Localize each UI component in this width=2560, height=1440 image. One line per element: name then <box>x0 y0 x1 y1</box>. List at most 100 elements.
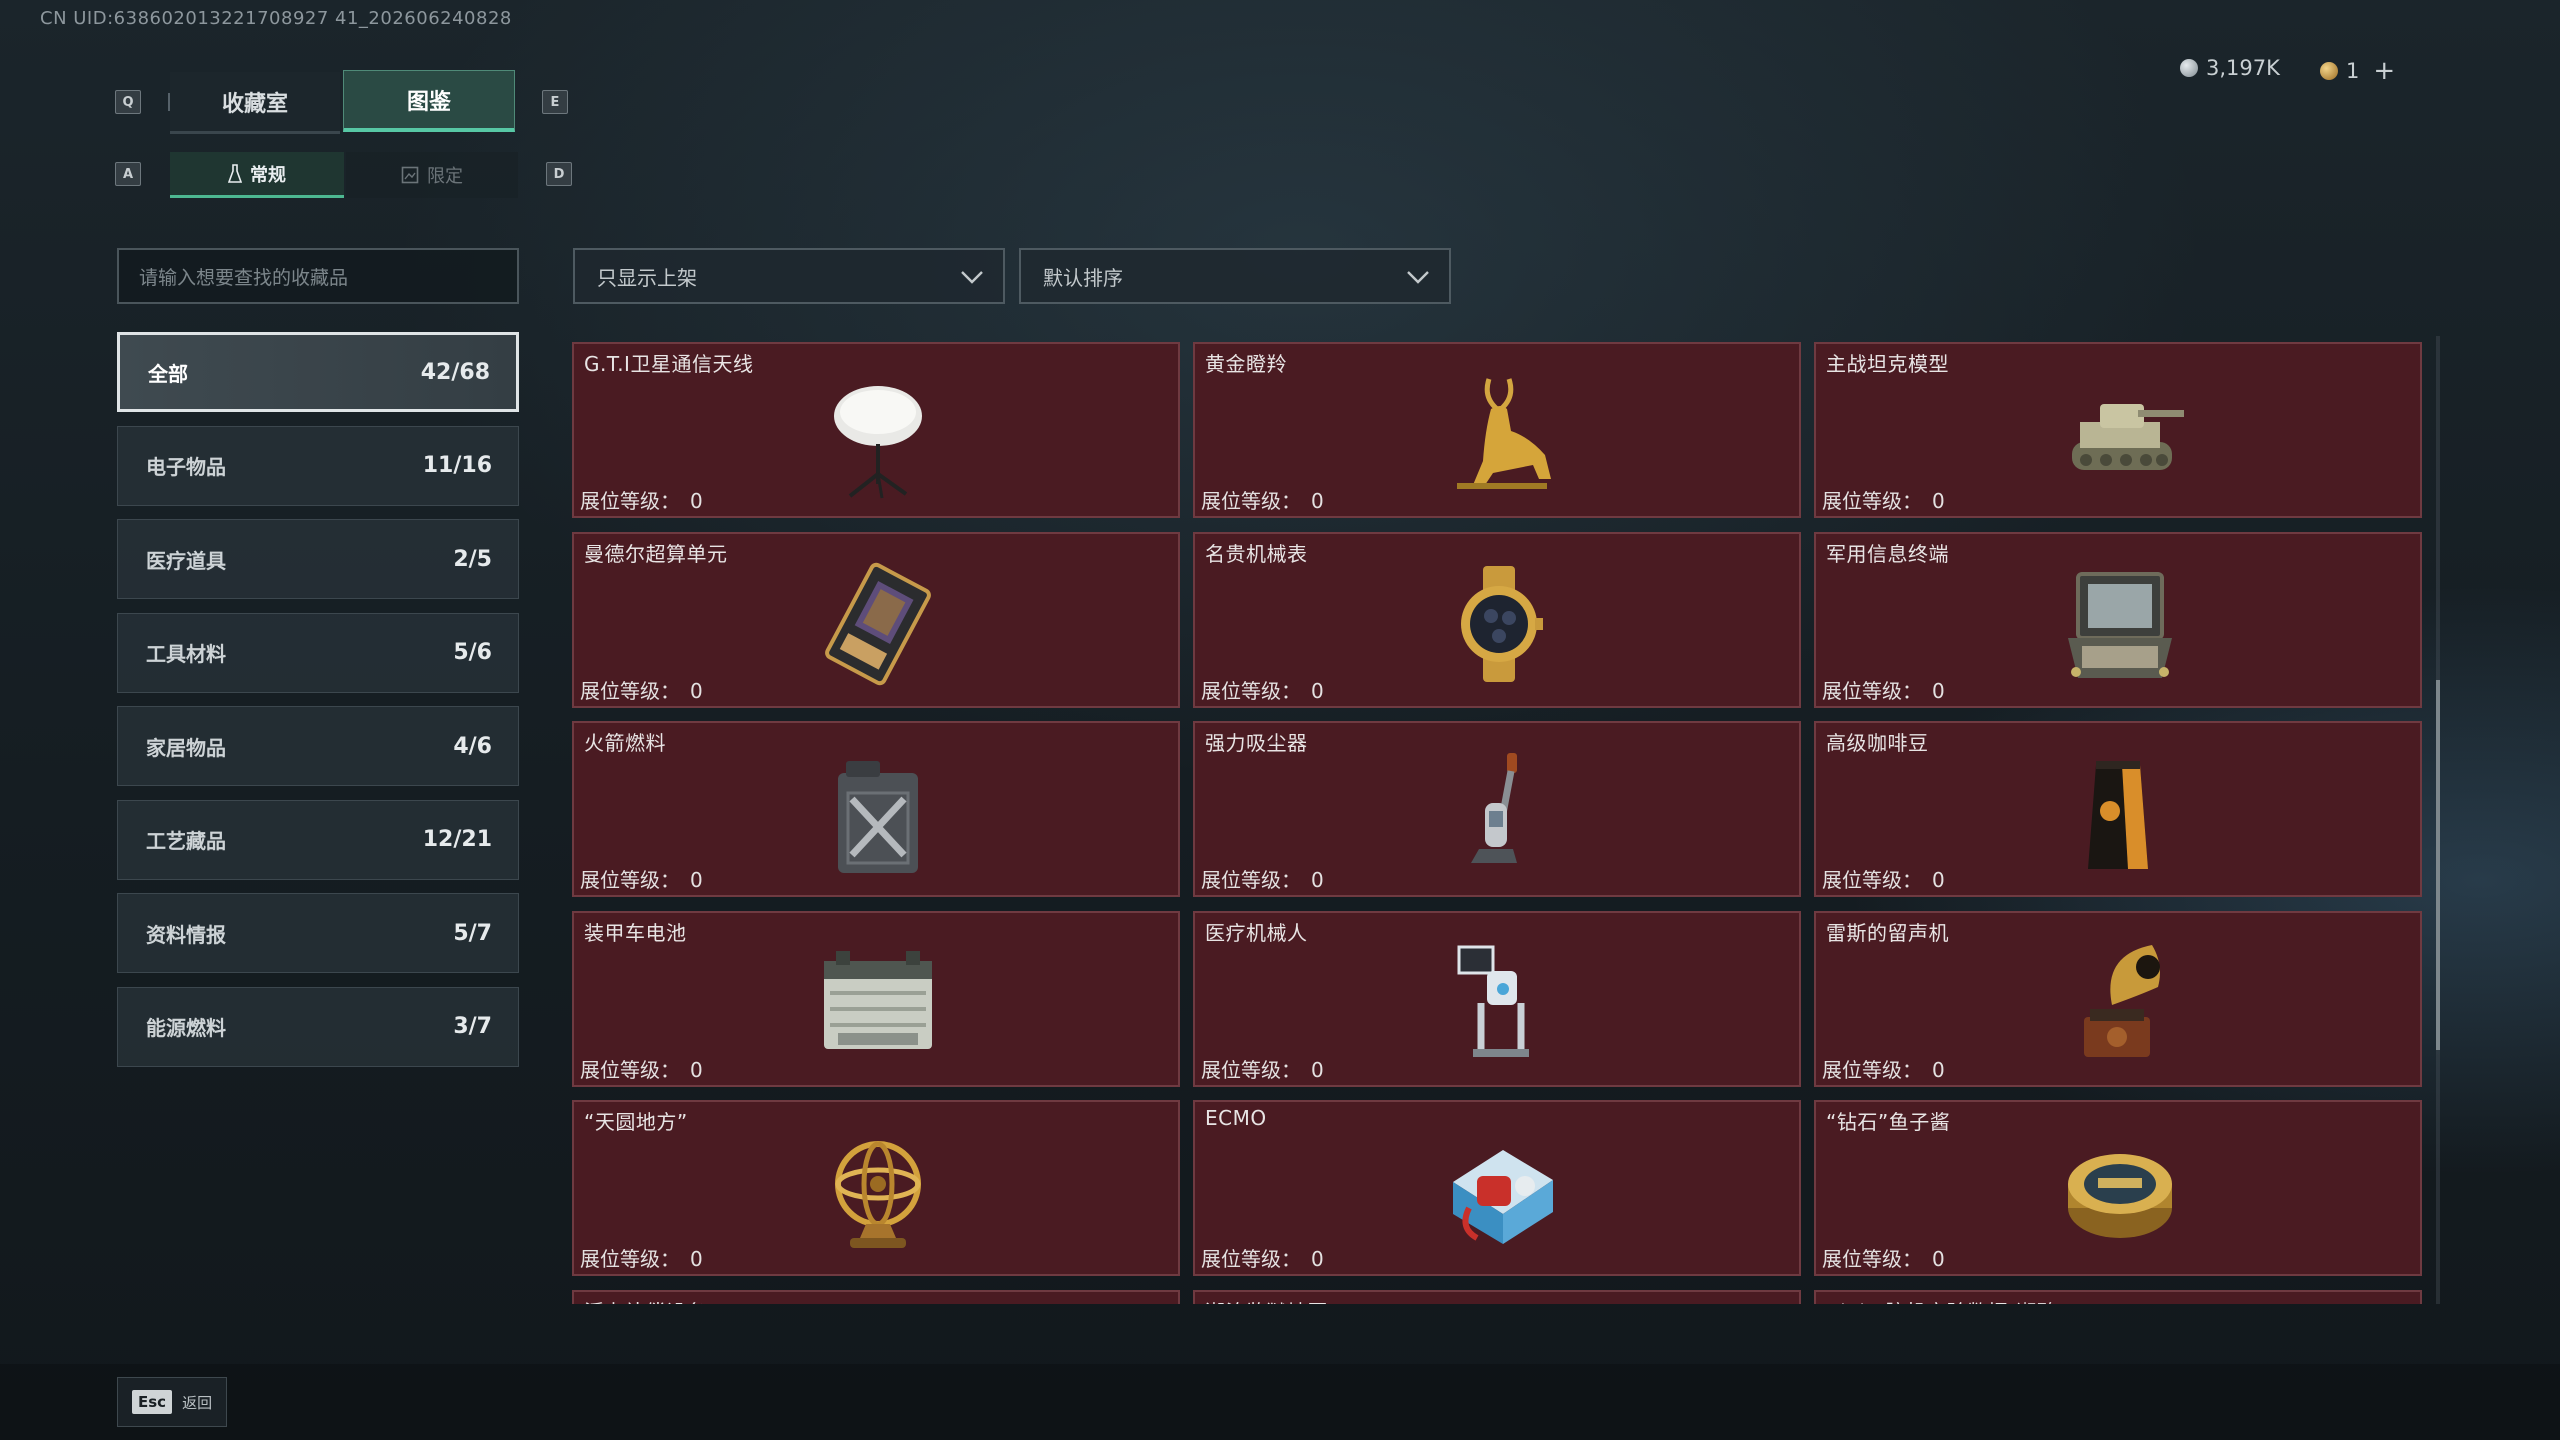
limited-icon <box>401 166 419 184</box>
category-count: 12/21 <box>422 827 492 852</box>
item-card[interactable]: “天圆地方” 展位等级： 0 <box>572 1100 1180 1276</box>
gold-amount: 1 <box>2346 59 2360 83</box>
item-card[interactable]: 浮力补偿设备 <box>572 1289 1180 1304</box>
booth-level-label: 展位等级： <box>1201 489 1301 513</box>
booth-level-label: 展位等级： <box>1822 1057 1922 1082</box>
search-input[interactable]: 请输入想要查找的收藏品 <box>117 248 519 304</box>
category-label: 工具材料 <box>146 642 226 666</box>
item-card[interactable]: “钻石”鱼子酱展位等级： 0 <box>1814 1100 2422 1276</box>
item-card[interactable]: G.T.I卫星通信天线 展位等级： 0 <box>572 342 1180 518</box>
item-name: 火箭燃料 <box>584 731 666 755</box>
booth-level-label: 展位等级： <box>1201 1057 1301 1082</box>
item-card[interactable]: 雷斯的留声机 展位等级： 0 <box>1814 910 2422 1087</box>
scrollbar-thumb[interactable] <box>2436 680 2440 1050</box>
category-item[interactable]: 能源燃料 3/7 <box>117 986 519 1067</box>
add-currency-button[interactable]: + <box>2373 56 2395 86</box>
booth-level: 展位等级： 0 <box>580 1243 703 1272</box>
tank-model-icon <box>2072 404 2184 470</box>
category-item[interactable]: 家居物品 4/6 <box>117 706 519 786</box>
item-name: 医疗机械人 <box>1205 920 1308 945</box>
category-count: 3/7 <box>453 1014 492 1039</box>
booth-level-label: 展位等级： <box>1822 868 1922 892</box>
subtab-limited-label: 限定 <box>427 166 463 187</box>
next-subtab-key-hint: D <box>546 162 572 186</box>
booth-level-value: 0 <box>690 1057 703 1082</box>
category-count: 11/16 <box>422 453 492 478</box>
booth-level: 展位等级： 0 <box>580 864 703 893</box>
item-card[interactable]: 主战坦克模型 展位等级： 0 <box>1814 342 2422 518</box>
booth-level-value: 0 <box>1311 868 1324 892</box>
category-item[interactable]: 电子物品 11/16 <box>117 425 519 506</box>
booth-level: 展位等级： 0 <box>1201 1054 1324 1083</box>
booth-level-label: 展位等级： <box>580 1247 680 1271</box>
uid-text: CN UID:638602013221708927 41_20260624082… <box>40 8 512 29</box>
satellite-dish-icon <box>834 386 922 499</box>
category-count: 4/6 <box>453 733 492 759</box>
item-name: 曼德尔超算单元 <box>584 541 728 566</box>
subtab-regular[interactable]: 常规 <box>170 152 344 198</box>
item-grid: G.T.I卫星通信天线 展位等级： 0 黄金瞪羚 展位等级： 0 主战坦克模型 展位等级： 0 曼… <box>572 342 2424 1304</box>
item-card[interactable]: 名贵机械表展位等级： 0 <box>1193 531 1801 708</box>
booth-level-value: 0 <box>1311 1057 1324 1082</box>
category-count: 42/68 <box>420 359 490 385</box>
booth-level: 展位等级： 0 <box>1822 1054 1945 1083</box>
booth-level: 展位等级： 0 <box>1822 675 1945 704</box>
item-name: “钻石”鱼子酱 <box>1826 1110 1951 1134</box>
booth-level: 展位等级： 0 <box>1201 1243 1324 1272</box>
gold-currency: 1 + <box>2320 56 2395 86</box>
category-item[interactable]: 工艺藏品 12/21 <box>117 799 519 880</box>
item-card[interactable]: 强力吸尘器 展位等级： 0 <box>1193 721 1801 897</box>
supercomputer-unit-icon <box>825 562 931 685</box>
back-button[interactable]: Esc 返回 <box>117 1377 227 1427</box>
item-name: 黄金瞪羚 <box>1205 352 1287 376</box>
subtab-limited[interactable]: 限定 <box>346 152 518 198</box>
item-name: G.T.I卫星通信天线 <box>584 352 754 376</box>
booth-level-value: 0 <box>690 489 703 513</box>
tab-catalog[interactable]: 图鉴 <box>343 70 515 132</box>
item-card[interactable]: ECMO 展位等级： 0 <box>1193 1100 1801 1276</box>
booth-level: 展位等级： 0 <box>1201 864 1324 893</box>
fuel-can-icon <box>838 761 918 873</box>
item-name: 潮汐监狱地图-4 <box>1205 1296 1349 1305</box>
item-card[interactable]: 军用信息终端 展位等级： 0 <box>1814 531 2422 708</box>
item-card[interactable]: 火箭燃料展位等级： 0 <box>572 721 1180 897</box>
vacuum-cleaner-icon <box>1471 753 1517 863</box>
item-card[interactable]: 医疗机械人展位等级： 0 <box>1193 910 1801 1087</box>
booth-level-value: 0 <box>690 1247 703 1271</box>
item-card[interactable]: 黄金瞪羚 展位等级： 0 <box>1193 342 1801 518</box>
sort-dropdown[interactable]: 默认排序 <box>1019 248 1451 304</box>
item-name: 名贵机械表 <box>1205 541 1308 566</box>
item-name: Alpha脑机实验数据-濒鸦 <box>1826 1296 2057 1305</box>
category-count: 5/6 <box>453 640 492 665</box>
category-count: 2/5 <box>453 546 492 572</box>
item-card[interactable]: 装甲车电池 展位等级： 0 <box>572 910 1180 1087</box>
item-name: ECMO <box>1205 1106 1267 1130</box>
category-item[interactable]: 工具材料 5/6 <box>117 612 519 693</box>
booth-level-label: 展位等级： <box>1822 489 1922 513</box>
booth-level-value: 0 <box>1932 678 1945 703</box>
military-terminal-icon <box>2068 571 2172 678</box>
flask-icon <box>228 163 242 183</box>
booth-level: 展位等级： 0 <box>1822 1243 1945 1272</box>
silver-amount: 3,197K <box>2206 56 2280 80</box>
category-item[interactable]: 资料情报 5/7 <box>117 893 519 973</box>
category-item[interactable]: 全部 42/68 <box>117 332 519 412</box>
vehicle-battery-icon <box>824 950 932 1049</box>
category-item[interactable]: 医疗道具 2/5 <box>117 519 519 599</box>
item-name: 高级咖啡豆 <box>1826 731 1929 755</box>
shelf-filter-value: 只显示上架 <box>597 265 697 290</box>
shelf-filter-dropdown[interactable]: 只显示上架 <box>573 248 1005 304</box>
tab-collection-room[interactable]: 收藏室 <box>170 72 340 134</box>
booth-level-label: 展位等级： <box>1822 1247 1922 1271</box>
booth-level: 展位等级： 0 <box>1201 675 1324 704</box>
booth-level-value: 0 <box>1311 678 1324 703</box>
item-card[interactable]: 高级咖啡豆展位等级： 0 <box>1814 721 2422 897</box>
item-card[interactable]: 潮汐监狱地图-4 <box>1193 1289 1801 1305</box>
booth-level: 展位等级： 0 <box>1822 864 1945 893</box>
booth-level-label: 展位等级： <box>580 678 680 703</box>
item-card[interactable]: 曼德尔超算单元 展位等级： 0 <box>572 531 1180 708</box>
sort-value: 默认排序 <box>1043 265 1123 290</box>
caviar-tin-icon <box>2068 1154 2172 1238</box>
item-card[interactable]: Alpha脑机实验数据-濒鸦 <box>1814 1289 2422 1305</box>
booth-level-label: 展位等级： <box>1201 1247 1301 1271</box>
